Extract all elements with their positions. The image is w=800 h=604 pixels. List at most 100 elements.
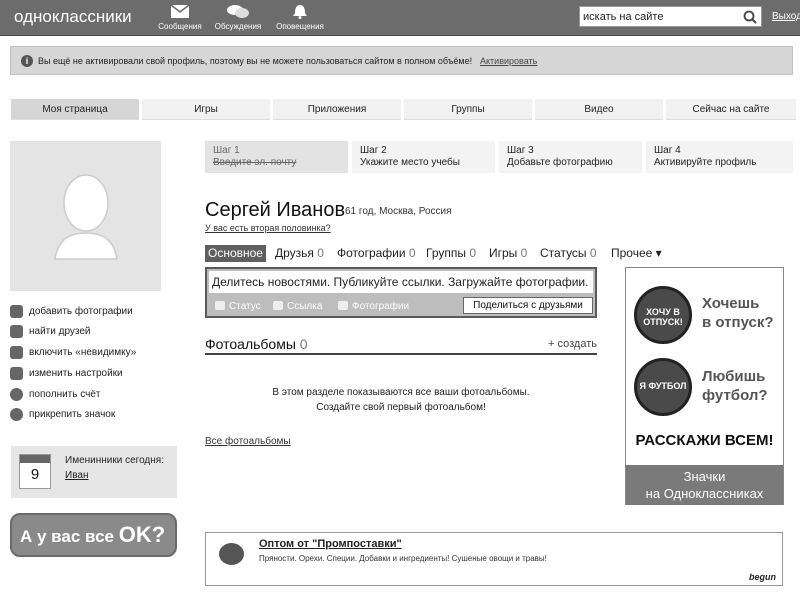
promo-q1-line2: в отпуск?	[702, 314, 774, 331]
activate-link[interactable]: Активировать	[480, 56, 537, 66]
calendar-icon: 9	[19, 454, 51, 489]
ptab-label: Игры	[489, 246, 518, 260]
wrench-icon	[10, 367, 23, 380]
main-tabs: Моя страница Игры Приложения Группы Виде…	[11, 99, 796, 120]
nav-discussions[interactable]: Обсуждения	[212, 4, 264, 31]
tab-my-page[interactable]: Моя страница	[11, 99, 139, 120]
share-box: Делитесь новостями. Публикуйте ссылки. З…	[205, 267, 597, 318]
badge2-text: Я ФУТБОЛ	[639, 381, 687, 391]
albums-empty-message: В этом разделе показываются все ваши фот…	[205, 385, 597, 415]
promo-question-1: Хочешь в отпуск?	[702, 294, 774, 332]
calendar-day: 9	[30, 466, 40, 483]
menu-label: прикрепить значок	[29, 409, 116, 420]
ad-description: Пряности. Орехи. Специи. Добавки и ингре…	[259, 554, 547, 563]
ptab-label: Фотографии	[337, 246, 406, 260]
menu-invisible[interactable]: включить «невидимку»	[10, 345, 170, 361]
promo-footer: Значки на Одноклассниках	[626, 465, 783, 505]
ptab-count: 0	[469, 246, 477, 260]
step-text: Введите эл. почту	[213, 157, 297, 168]
step-number: Шаг 2	[360, 145, 387, 156]
menu-add-photos[interactable]: добавить фотографии	[10, 304, 170, 320]
promo-q1-line1: Хочешь	[702, 295, 760, 312]
search-icon[interactable]	[743, 10, 757, 24]
promo-q2-line1: Любишь	[702, 368, 766, 385]
share-button[interactable]: Поделиться с друзьями	[463, 297, 593, 314]
ptab-label: Статусы	[540, 246, 587, 260]
ptab-photos[interactable]: Фотографии 0	[337, 245, 416, 262]
ad-brand[interactable]: begun	[749, 572, 776, 582]
ptab-friends[interactable]: Друзья 0	[275, 245, 324, 262]
nav-notifications[interactable]: Оповещения	[274, 4, 326, 31]
activation-notice: i Вы ещё не активировали свой профиль, п…	[10, 46, 793, 75]
share-input[interactable]: Делитесь новостями. Публикуйте ссылки. З…	[209, 271, 593, 293]
albums-count: 0	[299, 336, 308, 352]
menu-top-up[interactable]: пополнить счёт	[10, 387, 170, 403]
tab-apps[interactable]: Приложения	[273, 99, 401, 120]
albums-title-text: Фотоальбомы	[205, 336, 296, 352]
user-silhouette-icon	[54, 174, 118, 260]
ok-banner[interactable]: А у вас все OK?	[10, 513, 177, 557]
partner-link[interactable]: У вас есть вторая половинка?	[205, 223, 331, 233]
step-3[interactable]: Шаг 3 Добавьте фотографию	[499, 141, 642, 173]
nav-messages[interactable]: Сообщения	[154, 4, 206, 31]
promo-q2-line2: футбол?	[702, 387, 768, 404]
create-album-link[interactable]: + создать	[548, 338, 597, 350]
step-1[interactable]: Шаг 1 Введите эл. почту	[205, 141, 348, 173]
menu-attach-badge[interactable]: прикрепить значок	[10, 407, 170, 423]
ptab-count: 0	[408, 246, 416, 260]
tab-online-now[interactable]: Сейчас на сайте	[666, 99, 796, 120]
activation-steps: Шаг 1 Введите эл. почту Шаг 2 Укажите ме…	[205, 141, 793, 173]
ptab-statuses[interactable]: Статусы 0	[540, 245, 597, 262]
menu-label: включить «невидимку»	[29, 347, 137, 358]
ptab-count: 0	[589, 246, 597, 260]
all-albums-link[interactable]: Все фотоальбомы	[205, 436, 291, 447]
birthday-person-link[interactable]: Иван	[65, 470, 88, 481]
ptab-games[interactable]: Игры 0	[489, 245, 527, 262]
badges-promo[interactable]: ХОЧУ В ОТПУСК! Хочешь в отпуск? Я ФУТБОЛ…	[625, 267, 784, 505]
ptab-main[interactable]: Основное	[205, 245, 266, 262]
friends-icon	[10, 325, 23, 338]
ad-block: Оптом от "Промпоставки" Пряности. Орехи.…	[205, 532, 783, 586]
tab-groups[interactable]: Группы	[404, 99, 532, 120]
tab-video[interactable]: Видео	[535, 99, 663, 120]
step-4[interactable]: Шаг 4 Активируйте профиль	[646, 141, 793, 173]
menu-label: добавить фотографии	[29, 306, 133, 317]
albums-message-line2: Создайте свой первый фотоальбом!	[316, 402, 486, 413]
promo-footer-line1: Значки	[683, 469, 726, 484]
ok-banner-text: А у вас все	[20, 527, 114, 546]
search-input[interactable]	[580, 7, 730, 26]
vacation-badge-icon: ХОЧУ В ОТПУСК!	[634, 286, 692, 344]
logout-link[interactable]: Выход	[772, 11, 800, 22]
menu-label: изменить настройки	[29, 368, 123, 379]
invisible-icon	[10, 346, 23, 359]
tab-games[interactable]: Игры	[142, 99, 270, 120]
nav-discussions-label: Обсуждения	[214, 22, 262, 31]
ptab-more[interactable]: Прочее ▾	[611, 245, 662, 262]
share-status-option[interactable]: Статус	[215, 301, 261, 312]
menu-find-friends[interactable]: найти друзей	[10, 324, 170, 340]
coin-icon	[10, 388, 23, 401]
step-number: Шаг 3	[507, 145, 534, 156]
ad-bread-icon	[219, 543, 244, 565]
ptab-label: Друзья	[275, 246, 314, 260]
chat-bubbles-icon	[227, 5, 249, 18]
nav-notifications-label: Оповещения	[276, 22, 324, 31]
menu-settings[interactable]: изменить настройки	[10, 366, 170, 382]
nav-messages-label: Сообщения	[158, 22, 202, 31]
ptab-groups[interactable]: Группы 0	[426, 245, 476, 262]
share-photos-option[interactable]: Фотографии	[338, 301, 409, 312]
share-link-option[interactable]: Ссылка	[273, 301, 322, 312]
ptab-label: Группы	[426, 246, 466, 260]
step-2[interactable]: Шаг 2 Укажите место учебы	[352, 141, 495, 173]
notice-text: Вы ещё не активировали свой профиль, поэ…	[38, 56, 473, 66]
profile-tabs: Основное Друзья 0 Фотографии 0 Группы 0 …	[205, 245, 662, 262]
albums-message-line1: В этом разделе показываются все ваши фот…	[272, 387, 530, 398]
site-logo[interactable]: одноклассники	[14, 7, 132, 27]
profile-name: Сергей Иванов	[205, 199, 346, 221]
albums-title: Фотоальбомы 0	[205, 336, 308, 352]
avatar[interactable]	[10, 141, 161, 291]
option-label: Статус	[229, 301, 261, 312]
info-icon: i	[21, 55, 33, 67]
ad-title-link[interactable]: Оптом от "Промпоставки"	[259, 538, 402, 550]
step-text: Активируйте профиль	[654, 157, 757, 168]
